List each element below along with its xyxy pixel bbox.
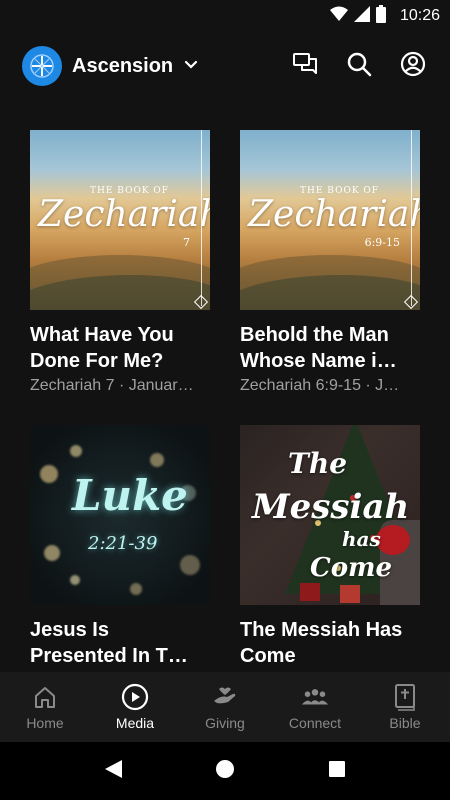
app-header: Ascension xyxy=(0,38,450,94)
media-card[interactable]: The Messiah has Come The Messiah Has Com… xyxy=(240,425,420,672)
nav-label-bible: Bible xyxy=(389,715,421,731)
media-thumbnail: THE BOOK OF Zechariah 7 xyxy=(30,130,210,310)
messages-button[interactable] xyxy=(290,51,320,81)
media-thumbnail: THE BOOK OF Zechariah 6:9-15 xyxy=(240,130,420,310)
nav-media[interactable]: Media xyxy=(90,672,180,742)
media-thumbnail: Luke 2:21-39 xyxy=(30,425,210,605)
profile-button[interactable] xyxy=(398,51,428,81)
nav-label-giving: Giving xyxy=(205,715,245,731)
signal-icon xyxy=(353,5,370,27)
media-card[interactable]: THE BOOK OF Zechariah 7 What Have You Do… xyxy=(30,130,210,395)
media-title: The Messiah Has Come xyxy=(240,619,403,667)
media-title: Behold the Man Whose Name i… xyxy=(240,324,397,372)
search-icon xyxy=(345,50,373,83)
media-grid: THE BOOK OF Zechariah 7 What Have You Do… xyxy=(30,130,420,672)
media-card[interactable]: THE BOOK OF Zechariah 6:9-15 Behold the … xyxy=(240,130,420,395)
church-switcher[interactable]: Ascension xyxy=(22,46,199,86)
nav-bible[interactable]: Bible xyxy=(360,672,450,742)
recents-button[interactable] xyxy=(326,758,348,785)
giving-hand-icon xyxy=(211,683,239,711)
battery-icon xyxy=(375,4,386,28)
chevron-down-icon xyxy=(183,56,199,77)
account-icon xyxy=(399,50,427,83)
status-bar: 10:26 xyxy=(0,0,450,32)
app-name: Ascension xyxy=(72,54,174,77)
chat-icon xyxy=(291,50,319,83)
nav-label-home: Home xyxy=(26,715,64,731)
group-icon xyxy=(301,683,329,711)
media-thumbnail: The Messiah has Come xyxy=(240,425,420,605)
nav-connect[interactable]: Connect xyxy=(270,672,360,742)
nav-home[interactable]: Home xyxy=(0,672,90,742)
back-button[interactable] xyxy=(102,758,124,785)
nav-label-connect: Connect xyxy=(288,715,342,731)
wifi-icon xyxy=(329,6,348,27)
bottom-nav: Home Media Giving Connect Bible xyxy=(0,672,450,742)
nav-giving[interactable]: Giving xyxy=(180,672,270,742)
system-nav-bar xyxy=(0,742,450,800)
search-button[interactable] xyxy=(344,51,374,81)
media-subtitle: Zechariah 7 · Januar… xyxy=(30,377,194,394)
home-icon xyxy=(31,683,59,711)
media-title: What Have You Done For Me? xyxy=(30,324,174,372)
play-circle-icon xyxy=(121,683,149,711)
media-title: Jesus Is Presented In T… xyxy=(30,619,188,667)
media-card[interactable]: Luke 2:21-39 Jesus Is Presented In T… xyxy=(30,425,210,672)
church-logo xyxy=(22,46,62,86)
status-time: 10:26 xyxy=(399,7,440,24)
nav-label-media: Media xyxy=(115,715,155,731)
home-button[interactable] xyxy=(214,758,236,785)
bible-icon xyxy=(391,683,419,711)
media-subtitle: Zechariah 6:9-15 · J… xyxy=(240,377,400,394)
